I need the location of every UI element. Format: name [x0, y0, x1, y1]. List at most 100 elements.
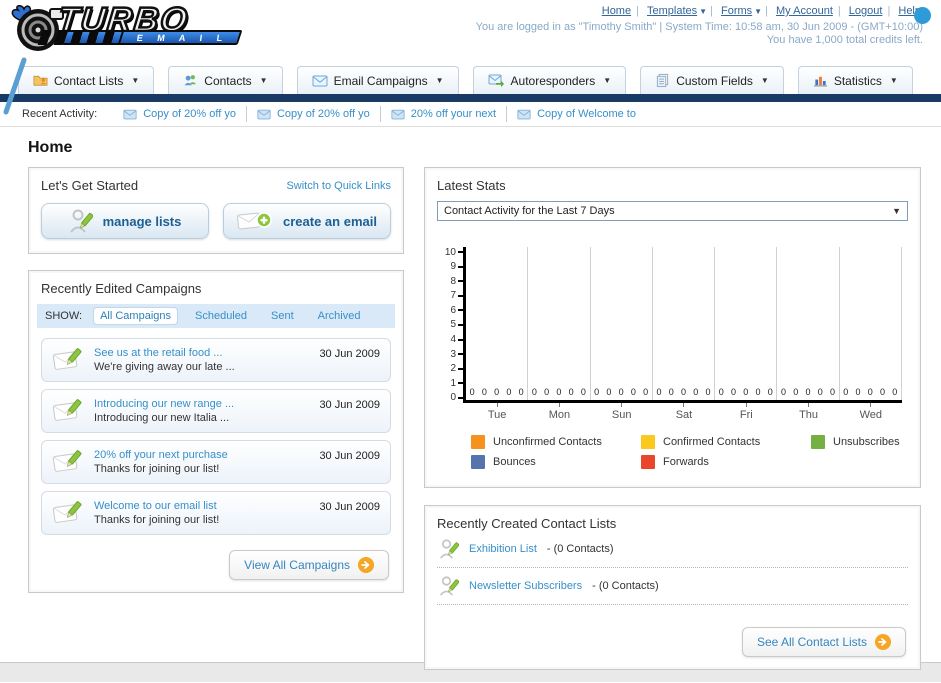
chart-value-label: 0	[867, 387, 873, 397]
chart-value-label: 0	[531, 387, 537, 397]
recent-activity-item[interactable]: Copy of 20% off yo	[247, 106, 381, 122]
nav-link-logout[interactable]: Logout	[849, 5, 883, 17]
contact-list-item[interactable]: Exhibition List - (0 Contacts)	[437, 531, 908, 568]
nav-link-my-account[interactable]: My Account	[776, 5, 833, 17]
create-email-button[interactable]: create an email	[223, 203, 391, 239]
tab-label: Email Campaigns	[333, 73, 428, 88]
chart-value-label: 0	[518, 387, 524, 397]
y-tick-value: 2	[450, 363, 456, 375]
nav-separator: |	[887, 5, 891, 17]
y-tick: 3	[441, 348, 463, 360]
campaign-title-link[interactable]: See us at the retail food ...	[94, 347, 309, 359]
manage-lists-button[interactable]: manage lists	[41, 203, 209, 239]
y-tick-value: 8	[450, 275, 456, 287]
x-tick-mark	[870, 403, 872, 407]
right-column: Latest Stats Contact Activity for the La…	[424, 167, 921, 670]
tab-email-campaigns[interactable]: Email Campaigns ▼	[296, 66, 459, 94]
recent-activity-link[interactable]: Copy of 20% off yo	[277, 108, 370, 120]
chevron-down-icon: ▼	[435, 76, 444, 85]
x-tick-mark	[621, 403, 623, 407]
chart-value-label: 0	[643, 387, 649, 397]
nav-link-home[interactable]: Home	[602, 5, 631, 17]
show-label: SHOW:	[45, 310, 83, 322]
contact-list-item[interactable]: Newsletter Subscribers - (0 Contacts)	[437, 568, 908, 605]
see-all-contact-lists-label: See All Contact Lists	[756, 635, 867, 649]
chevron-down-icon: ▼	[892, 206, 901, 216]
campaign-subtitle: Thanks for joining our list!	[94, 463, 220, 475]
contact-list-link[interactable]: Newsletter Subscribers	[469, 580, 582, 592]
view-all-campaigns-button[interactable]: View All Campaigns	[229, 550, 389, 580]
arrow-right-circle-icon	[358, 557, 374, 573]
pages-icon	[657, 73, 669, 88]
legend-item: Forwards	[641, 455, 811, 469]
tab-autoresponders[interactable]: Autoresponders ▼	[472, 66, 627, 94]
chart-value-label: 0	[705, 387, 711, 397]
filter-all-campaigns[interactable]: All Campaigns	[94, 308, 177, 324]
recent-activity-item[interactable]: 20% off your next	[381, 106, 508, 122]
x-label-text: Sat	[675, 409, 693, 421]
chart-value-labels: 00000	[777, 387, 838, 397]
tab-custom-fields[interactable]: Custom Fields ▼	[640, 66, 784, 94]
nav-link-templates[interactable]: Templates	[647, 5, 697, 17]
logo-wordmark: TURBO E M A I L	[37, 0, 243, 45]
recent-activity-item[interactable]: Copy of 20% off yo	[113, 106, 247, 122]
switch-quick-links[interactable]: Switch to Quick Links	[286, 180, 391, 192]
chevron-down-icon: ▼	[131, 76, 140, 85]
envelope-plus-icon	[237, 212, 272, 230]
chart-x-label: Wed	[840, 403, 902, 421]
filter-archived[interactable]: Archived	[312, 308, 367, 324]
latest-stats-title: Latest Stats	[437, 178, 506, 193]
x-label-text: Mon	[548, 409, 571, 421]
campaign-item[interactable]: 20% off your next purchase Thanks for jo…	[41, 440, 391, 484]
chart-x-label: Sat	[653, 403, 715, 421]
legend-swatch	[641, 435, 655, 449]
chart-value-label: 0	[668, 387, 674, 397]
stats-period-dropdown[interactable]: Contact Activity for the Last 7 Days ▼	[437, 201, 908, 221]
campaign-title-link[interactable]: Introducing our new range ...	[94, 398, 309, 410]
bar-chart-icon	[813, 76, 827, 87]
main-content: Home Let's Get Started Switch to Quick L…	[0, 127, 941, 670]
help-bubble-icon[interactable]	[914, 7, 931, 24]
campaign-item[interactable]: See us at the retail food ... We're givi…	[41, 338, 391, 382]
chart-plot: 00000000000000000000000000000000000	[463, 247, 902, 403]
tab-contacts[interactable]: Contacts ▼	[168, 66, 283, 94]
filter-scheduled[interactable]: Scheduled	[189, 308, 253, 324]
chart-value-label: 0	[469, 387, 475, 397]
tab-label: Contacts	[204, 73, 252, 88]
chart-day-group: 00000	[715, 247, 778, 400]
campaign-item[interactable]: Welcome to our email list Thanks for joi…	[41, 491, 391, 535]
recent-activity-link[interactable]: 20% off your next	[411, 108, 496, 120]
x-tick-mark	[808, 403, 810, 407]
campaign-title-link[interactable]: 20% off your next purchase	[94, 449, 309, 461]
recent-activity-item[interactable]: Copy of Welcome to	[507, 106, 646, 122]
chart-value-label: 0	[656, 387, 662, 397]
chart-value-labels: 00000	[653, 387, 714, 397]
tab-label: Autoresponders	[510, 73, 596, 88]
campaign-title-link[interactable]: Welcome to our email list	[94, 500, 309, 512]
tab-contact-lists[interactable]: Contact Lists ▼	[18, 66, 155, 94]
manage-lists-label: manage lists	[102, 213, 182, 229]
chart-value-labels: 00000	[840, 387, 901, 397]
envelope-icon	[312, 75, 328, 86]
see-all-contact-lists-button[interactable]: See All Contact Lists	[741, 627, 906, 657]
campaign-item[interactable]: Introducing our new range ... Introducin…	[41, 389, 391, 433]
chevron-down-icon: ▼	[603, 76, 612, 85]
nav-link-forms[interactable]: Forms	[721, 5, 752, 17]
filter-sent[interactable]: Sent	[265, 308, 300, 324]
recent-activity-link[interactable]: Copy of 20% off yo	[143, 108, 236, 120]
tab-statistics[interactable]: Statistics ▼	[797, 66, 913, 94]
app-window: TURBO E M A I L Home | Templates ▼ | Forms ▼…	[0, 0, 941, 683]
recent-activity-link[interactable]: Copy of Welcome to	[537, 108, 636, 120]
tab-label: Custom Fields	[676, 73, 753, 88]
chevron-down-icon: ▼	[889, 76, 898, 85]
contact-list-link[interactable]: Exhibition List	[469, 543, 537, 555]
chart-value-label: 0	[743, 387, 749, 397]
campaign-date: 30 Jun 2009	[319, 501, 380, 513]
y-tick-value: 1	[450, 377, 456, 389]
logo-email-bar: E M A I L	[37, 30, 243, 45]
envelope-icon	[517, 109, 531, 119]
y-tick-value: 3	[450, 348, 456, 360]
chart-x-label: Tue	[466, 403, 528, 421]
chart-value-label: 0	[494, 387, 500, 397]
chart-value-label: 0	[606, 387, 612, 397]
